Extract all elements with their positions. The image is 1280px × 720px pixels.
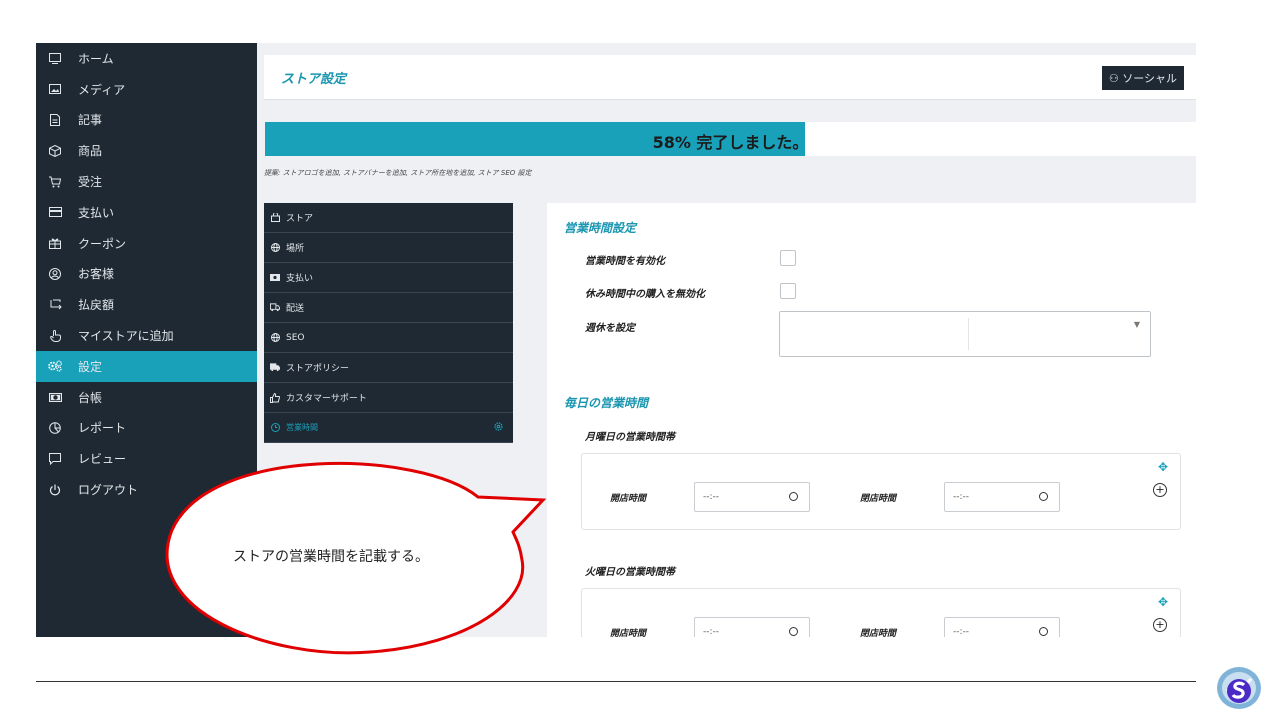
slide-logo — [1217, 667, 1261, 709]
callout-text: ストアの営業時間を記載する。 — [233, 549, 429, 565]
callout-bubble — [165, 461, 547, 655]
